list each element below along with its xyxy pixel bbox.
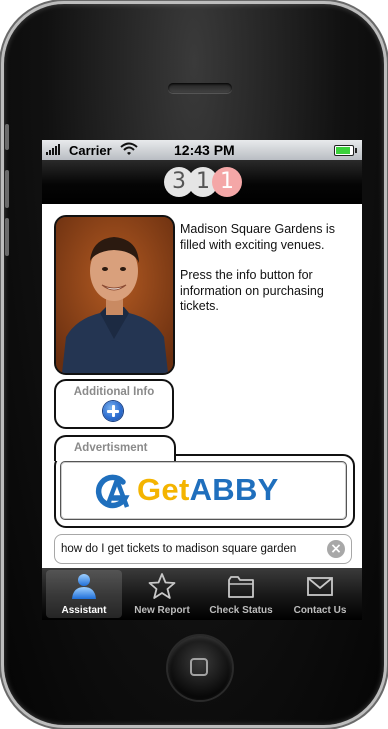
getabby-logo-icon [95,474,130,509]
assistant-portrait [56,217,173,373]
mute-switch [5,124,9,150]
signal-bars-icon [46,144,60,155]
message-paragraph: Madison Square Gardens is filled with ex… [180,222,335,252]
iphone-device: Carrier 12:43 PM 3 1 1 Madison Square Ga… [4,4,384,725]
plus-circle-icon[interactable] [103,401,123,421]
home-button-icon [190,658,208,676]
tab-new-report[interactable]: New Report [124,570,200,618]
ad-brand-get: Get [137,472,190,507]
tab-bar: Assistant New Report Check Status Contac… [42,568,362,620]
envelope-icon [307,577,333,596]
home-button[interactable] [168,636,232,700]
status-bar: Carrier 12:43 PM [42,140,362,160]
tab-label: Contact Us [293,605,347,616]
clear-icon[interactable]: × [327,540,345,558]
ad-brand-text: GetABBY [137,471,279,509]
volume-up-button [5,170,9,208]
wifi-icon [120,142,138,155]
getabby-ad-banner[interactable]: GetABBY [60,461,347,520]
tab-check-status[interactable]: Check Status [203,570,279,618]
assistant-icon [72,574,96,599]
tab-assistant[interactable]: Assistant [46,570,122,618]
question-input[interactable] [61,539,319,559]
star-icon [148,573,176,599]
additional-info-label: Additional Info [73,386,155,398]
speaker-grille [168,83,232,93]
tab-joint [56,453,170,457]
phone-screen: Carrier 12:43 PM 3 1 1 Madison Square Ga… [42,140,362,620]
tab-contact-us[interactable]: Contact Us [282,570,358,618]
ad-brand-abby: ABBY [189,472,279,507]
battery-level [336,147,351,154]
folder-icon [228,576,254,598]
assistant-message: Madison Square Gardens is filled with ex… [180,222,356,330]
nav-bar: 3 1 1 [42,160,362,204]
tab-label: Assistant [61,605,107,616]
assistant-photo [54,215,175,375]
question-input-bar: × [54,534,352,564]
tab-label: New Report [134,605,190,616]
tab-label: Check Status [209,605,273,616]
message-paragraph: Press the info button for information on… [180,268,324,313]
status-time: 12:43 PM [174,142,235,158]
volume-down-button [5,218,9,256]
assistant-content: Madison Square Gardens is filled with ex… [42,204,362,568]
app-logo-311: 3 1 1 [162,165,246,199]
logo-digit: 1 [212,167,242,197]
battery-icon [334,145,357,156]
additional-info-panel: Additional Info [54,379,174,429]
carrier-label: Carrier [69,143,112,158]
advertisement-tab: Advertisment [54,435,176,461]
